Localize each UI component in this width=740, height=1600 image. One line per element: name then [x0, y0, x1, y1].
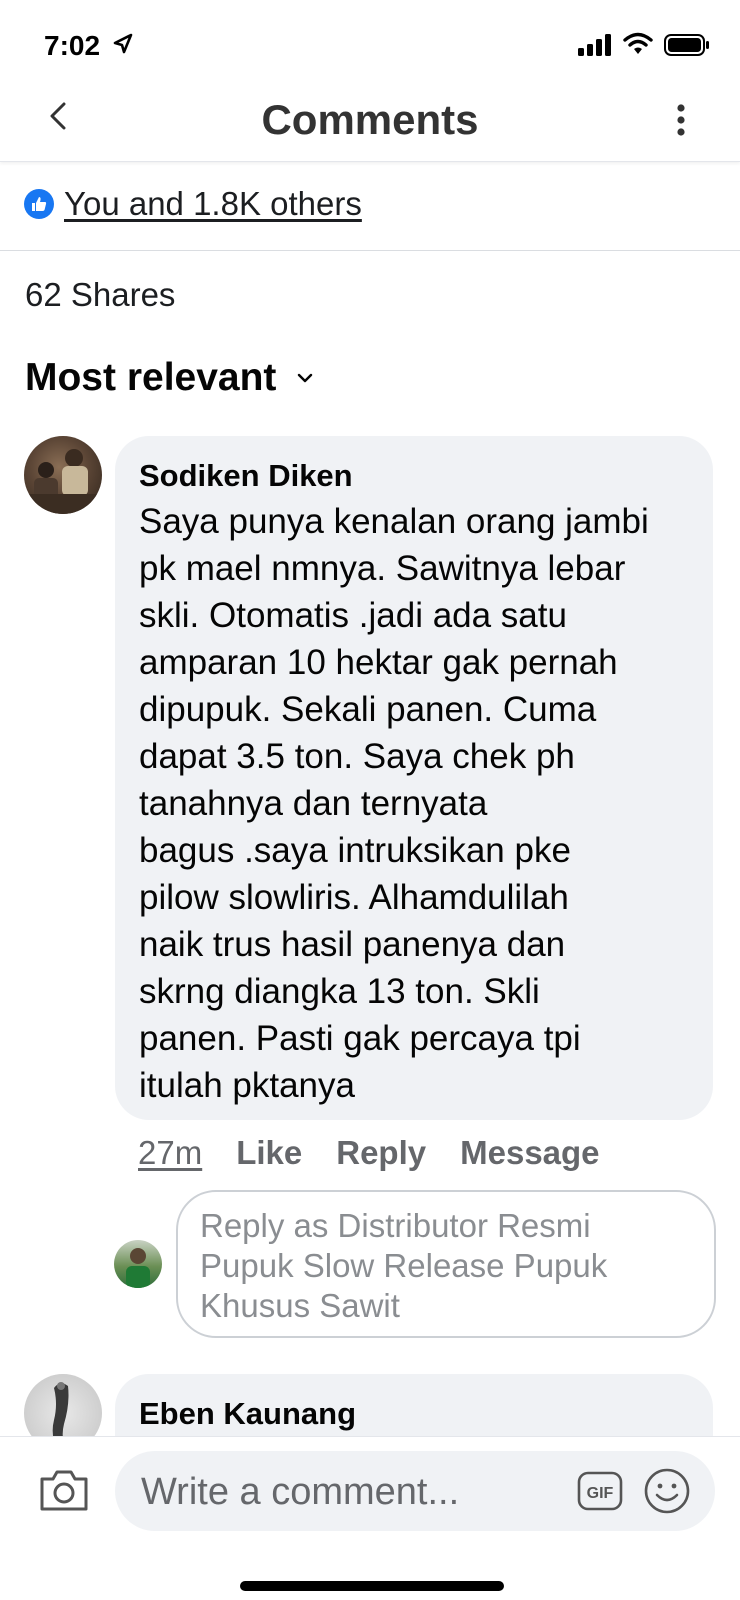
avatar: [114, 1240, 162, 1288]
sort-label: Most relevant: [25, 356, 277, 399]
wifi-icon: [623, 32, 653, 61]
comment-text: Saya punya kenalan orang jambi pk mael n…: [139, 502, 649, 1105]
reactions-summary[interactable]: You and 1.8K others: [24, 182, 362, 226]
gif-icon: GIF: [577, 1471, 623, 1511]
more-options-button[interactable]: [666, 102, 696, 138]
comment-composer: Write a comment... GIF: [0, 1436, 740, 1600]
like-icon: [24, 189, 54, 219]
comment-timestamp[interactable]: 27m: [138, 1134, 202, 1172]
gif-button[interactable]: GIF: [577, 1471, 623, 1511]
shares-count[interactable]: 62 Shares: [25, 276, 175, 314]
comment-author[interactable]: Eben Kaunang: [139, 1396, 689, 1432]
signal-icon: [578, 34, 614, 61]
gif-label: GIF: [587, 1485, 614, 1502]
comment-author[interactable]: Sodiken Diken: [139, 458, 689, 494]
more-icon: [677, 104, 685, 136]
emoji-icon: [644, 1468, 690, 1514]
reply-placeholder: Reply as Distributor Resmi Pupuk Slow Re…: [200, 1207, 608, 1324]
reactions-text[interactable]: You and 1.8K others: [64, 185, 362, 223]
sort-dropdown[interactable]: Most relevant: [25, 356, 314, 400]
reply-input[interactable]: Reply as Distributor Resmi Pupuk Slow Re…: [176, 1190, 716, 1338]
camera-button[interactable]: [38, 1467, 90, 1513]
avatar[interactable]: [24, 436, 102, 514]
chevron-down-icon: [296, 371, 314, 389]
like-button[interactable]: Like: [236, 1134, 302, 1172]
comment-bubble[interactable]: Sodiken Diken Saya punya kenalan orang j…: [115, 436, 713, 1120]
page-title: Comments: [261, 96, 479, 143]
camera-icon: [40, 1470, 88, 1511]
comment-input[interactable]: Write a comment... GIF: [115, 1451, 715, 1531]
divider: [0, 250, 740, 251]
message-button[interactable]: Message: [460, 1134, 599, 1172]
battery-icon: [664, 34, 710, 61]
home-indicator: [240, 1581, 504, 1591]
comment-actions: 27m Like Reply Message: [138, 1134, 600, 1172]
location-arrow-icon: [112, 33, 134, 60]
comment-placeholder: Write a comment...: [141, 1471, 460, 1513]
reply-button[interactable]: Reply: [336, 1134, 426, 1172]
emoji-button[interactable]: [643, 1467, 691, 1515]
header: Comments: [0, 60, 740, 162]
status-time: 7:02: [44, 30, 101, 61]
